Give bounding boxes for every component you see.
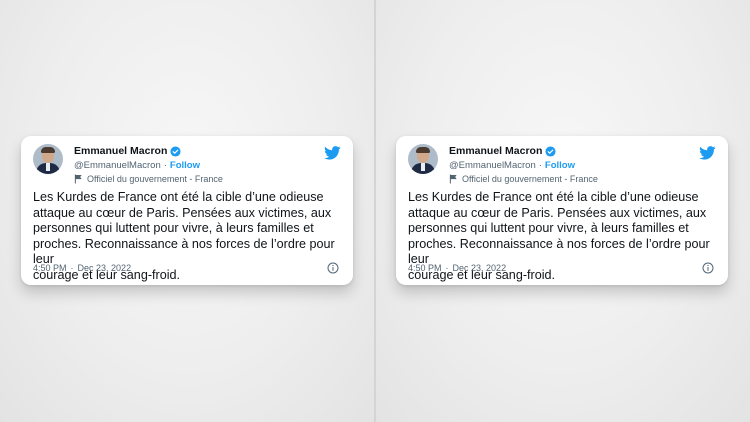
tweet-time[interactable]: 4:50 PM [33, 263, 67, 273]
author-handle[interactable]: @EmmanuelMacron [449, 160, 536, 171]
flag-icon [449, 174, 457, 183]
twitter-bird-icon[interactable] [324, 146, 341, 160]
date-separator: · [70, 263, 74, 273]
left-panel: Emmanuel Macron @EmmanuelMacron · Follow [0, 0, 375, 422]
tweet-header: Emmanuel Macron @EmmanuelMacron · Follow [408, 144, 716, 184]
affiliation-label: Officiel du gouvernement - France [87, 173, 223, 184]
info-icon[interactable] [327, 262, 339, 274]
author-name[interactable]: Emmanuel Macron [449, 145, 542, 157]
info-icon[interactable] [702, 262, 714, 274]
tweet-card[interactable]: Emmanuel Macron @EmmanuelMacron · Follow [396, 136, 728, 285]
user-info: Emmanuel Macron @EmmanuelMacron · Follow [74, 144, 223, 185]
date-separator: · [445, 263, 449, 273]
tweet-footer: 4:50 PM · Dec 23, 2022 [408, 261, 716, 275]
right-panel: Emmanuel Macron @EmmanuelMacron · Follow [375, 0, 750, 422]
avatar[interactable] [408, 144, 438, 174]
handle-separator: · [538, 159, 542, 171]
affiliation-label: Officiel du gouvernement - France [462, 173, 598, 184]
verified-badge-icon [545, 145, 556, 157]
tweet-date[interactable]: Dec 23, 2022 [453, 263, 507, 273]
avatar[interactable] [33, 144, 63, 174]
verified-badge-icon [170, 145, 181, 157]
twitter-bird-icon[interactable] [699, 146, 716, 160]
tweet-card[interactable]: Emmanuel Macron @EmmanuelMacron · Follow [21, 136, 353, 285]
handle-separator: · [163, 159, 167, 171]
follow-button[interactable]: Follow [170, 160, 200, 171]
author-name[interactable]: Emmanuel Macron [74, 145, 167, 157]
tweet-date[interactable]: Dec 23, 2022 [78, 263, 132, 273]
panel-divider [374, 0, 376, 422]
tweet-header: Emmanuel Macron @EmmanuelMacron · Follow [33, 144, 341, 184]
tweet-text: Les Kurdes de France ont été la cible d’… [408, 190, 710, 282]
user-info: Emmanuel Macron @EmmanuelMacron · Follow [449, 144, 598, 185]
tweet-footer: 4:50 PM · Dec 23, 2022 [33, 261, 341, 275]
flag-icon [74, 174, 82, 183]
author-handle[interactable]: @EmmanuelMacron [74, 160, 161, 171]
follow-button[interactable]: Follow [545, 160, 575, 171]
tweet-time[interactable]: 4:50 PM [408, 263, 442, 273]
tweet-text: Les Kurdes de France ont été la cible d’… [33, 190, 335, 282]
